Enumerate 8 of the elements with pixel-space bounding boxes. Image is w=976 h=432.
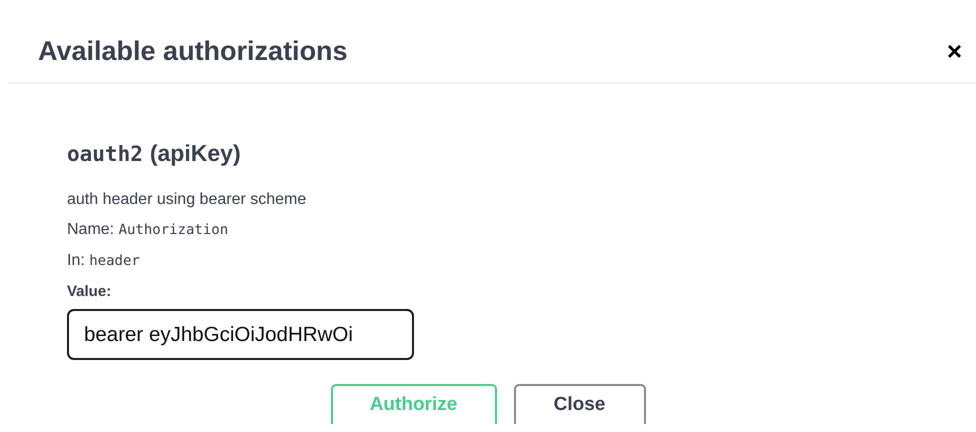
scheme-field: Name: Authorization bbox=[67, 219, 976, 241]
dialog-title: Available authorizations bbox=[38, 36, 348, 66]
value-label: Value: bbox=[67, 283, 112, 300]
scheme-field: In: header bbox=[67, 250, 976, 272]
scheme-description: auth header using bearer scheme bbox=[67, 190, 308, 210]
close-button[interactable]: Close bbox=[514, 384, 646, 424]
value-field[interactable]: bearer eyJhbGciOiJodHRwOi bbox=[67, 309, 414, 360]
scheme-title: oauth2 (apiKey) bbox=[67, 140, 242, 167]
